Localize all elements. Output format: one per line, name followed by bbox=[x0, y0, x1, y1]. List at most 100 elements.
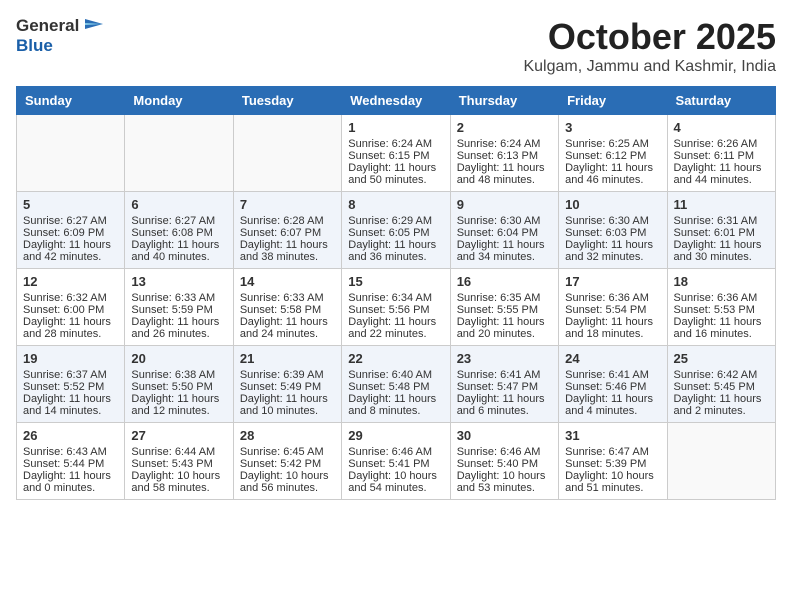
calendar-cell bbox=[17, 115, 125, 192]
sunrise-line: Sunrise: 6:33 AM bbox=[131, 292, 226, 304]
daylight-line: Daylight: 11 hours and 48 minutes. bbox=[457, 162, 552, 186]
sunrise-line: Sunrise: 6:25 AM bbox=[565, 138, 660, 150]
daylight-line: Daylight: 11 hours and 16 minutes. bbox=[674, 316, 769, 340]
sunrise-line: Sunrise: 6:44 AM bbox=[131, 446, 226, 458]
calendar-header-row: SundayMondayTuesdayWednesdayThursdayFrid… bbox=[17, 87, 776, 115]
page-header: General Blue October 2025 Kulgam, Jammu … bbox=[16, 16, 776, 76]
daylight-line: Daylight: 11 hours and 26 minutes. bbox=[131, 316, 226, 340]
daylight-line: Daylight: 11 hours and 12 minutes. bbox=[131, 393, 226, 417]
sunrise-line: Sunrise: 6:42 AM bbox=[674, 369, 769, 381]
sunrise-line: Sunrise: 6:41 AM bbox=[565, 369, 660, 381]
calendar-week-row: 5Sunrise: 6:27 AMSunset: 6:09 PMDaylight… bbox=[17, 192, 776, 269]
sunrise-line: Sunrise: 6:27 AM bbox=[131, 215, 226, 227]
calendar-cell: 3Sunrise: 6:25 AMSunset: 6:12 PMDaylight… bbox=[559, 115, 667, 192]
daylight-line: Daylight: 10 hours and 56 minutes. bbox=[240, 470, 335, 494]
day-header-monday: Monday bbox=[125, 87, 233, 115]
sunset-line: Sunset: 5:39 PM bbox=[565, 458, 660, 470]
daylight-line: Daylight: 11 hours and 36 minutes. bbox=[348, 239, 443, 263]
daylight-line: Daylight: 11 hours and 14 minutes. bbox=[23, 393, 118, 417]
calendar-cell: 17Sunrise: 6:36 AMSunset: 5:54 PMDayligh… bbox=[559, 269, 667, 346]
sunrise-line: Sunrise: 6:35 AM bbox=[457, 292, 552, 304]
calendar-cell: 28Sunrise: 6:45 AMSunset: 5:42 PMDayligh… bbox=[233, 423, 341, 500]
sunset-line: Sunset: 5:50 PM bbox=[131, 381, 226, 393]
day-number: 25 bbox=[674, 351, 769, 366]
daylight-line: Daylight: 11 hours and 44 minutes. bbox=[674, 162, 769, 186]
sunset-line: Sunset: 5:46 PM bbox=[565, 381, 660, 393]
sunset-line: Sunset: 6:11 PM bbox=[674, 150, 769, 162]
sunset-line: Sunset: 5:43 PM bbox=[131, 458, 226, 470]
day-header-thursday: Thursday bbox=[450, 87, 558, 115]
sunset-line: Sunset: 5:40 PM bbox=[457, 458, 552, 470]
sunset-line: Sunset: 6:13 PM bbox=[457, 150, 552, 162]
day-number: 29 bbox=[348, 428, 443, 443]
calendar-cell: 25Sunrise: 6:42 AMSunset: 5:45 PMDayligh… bbox=[667, 346, 775, 423]
title-block: October 2025 Kulgam, Jammu and Kashmir, … bbox=[523, 16, 776, 76]
sunrise-line: Sunrise: 6:29 AM bbox=[348, 215, 443, 227]
day-number: 7 bbox=[240, 197, 335, 212]
sunset-line: Sunset: 6:00 PM bbox=[23, 304, 118, 316]
sunset-line: Sunset: 5:48 PM bbox=[348, 381, 443, 393]
daylight-line: Daylight: 11 hours and 4 minutes. bbox=[565, 393, 660, 417]
day-number: 4 bbox=[674, 120, 769, 135]
daylight-line: Daylight: 10 hours and 54 minutes. bbox=[348, 470, 443, 494]
sunrise-line: Sunrise: 6:28 AM bbox=[240, 215, 335, 227]
daylight-line: Daylight: 11 hours and 6 minutes. bbox=[457, 393, 552, 417]
calendar-cell: 30Sunrise: 6:46 AMSunset: 5:40 PMDayligh… bbox=[450, 423, 558, 500]
calendar-cell: 27Sunrise: 6:44 AMSunset: 5:43 PMDayligh… bbox=[125, 423, 233, 500]
day-number: 2 bbox=[457, 120, 552, 135]
day-number: 5 bbox=[23, 197, 118, 212]
calendar-week-row: 12Sunrise: 6:32 AMSunset: 6:00 PMDayligh… bbox=[17, 269, 776, 346]
calendar-cell: 15Sunrise: 6:34 AMSunset: 5:56 PMDayligh… bbox=[342, 269, 450, 346]
day-number: 20 bbox=[131, 351, 226, 366]
location-title: Kulgam, Jammu and Kashmir, India bbox=[523, 58, 776, 76]
daylight-line: Daylight: 11 hours and 34 minutes. bbox=[457, 239, 552, 263]
sunrise-line: Sunrise: 6:40 AM bbox=[348, 369, 443, 381]
sunset-line: Sunset: 5:58 PM bbox=[240, 304, 335, 316]
month-title: October 2025 bbox=[523, 16, 776, 58]
calendar-cell: 10Sunrise: 6:30 AMSunset: 6:03 PMDayligh… bbox=[559, 192, 667, 269]
day-number: 22 bbox=[348, 351, 443, 366]
daylight-line: Daylight: 11 hours and 22 minutes. bbox=[348, 316, 443, 340]
sunrise-line: Sunrise: 6:26 AM bbox=[674, 138, 769, 150]
sunrise-line: Sunrise: 6:39 AM bbox=[240, 369, 335, 381]
day-number: 27 bbox=[131, 428, 226, 443]
daylight-line: Daylight: 11 hours and 38 minutes. bbox=[240, 239, 335, 263]
sunset-line: Sunset: 6:15 PM bbox=[348, 150, 443, 162]
calendar-cell: 31Sunrise: 6:47 AMSunset: 5:39 PMDayligh… bbox=[559, 423, 667, 500]
sunset-line: Sunset: 6:04 PM bbox=[457, 227, 552, 239]
daylight-line: Daylight: 11 hours and 24 minutes. bbox=[240, 316, 335, 340]
sunrise-line: Sunrise: 6:37 AM bbox=[23, 369, 118, 381]
day-number: 18 bbox=[674, 274, 769, 289]
sunset-line: Sunset: 5:41 PM bbox=[348, 458, 443, 470]
daylight-line: Daylight: 11 hours and 46 minutes. bbox=[565, 162, 660, 186]
day-number: 28 bbox=[240, 428, 335, 443]
daylight-line: Daylight: 10 hours and 53 minutes. bbox=[457, 470, 552, 494]
daylight-line: Daylight: 11 hours and 2 minutes. bbox=[674, 393, 769, 417]
calendar-cell: 9Sunrise: 6:30 AMSunset: 6:04 PMDaylight… bbox=[450, 192, 558, 269]
sunset-line: Sunset: 6:12 PM bbox=[565, 150, 660, 162]
calendar-cell: 29Sunrise: 6:46 AMSunset: 5:41 PMDayligh… bbox=[342, 423, 450, 500]
day-number: 16 bbox=[457, 274, 552, 289]
sunrise-line: Sunrise: 6:33 AM bbox=[240, 292, 335, 304]
calendar-cell: 12Sunrise: 6:32 AMSunset: 6:00 PMDayligh… bbox=[17, 269, 125, 346]
sunrise-line: Sunrise: 6:24 AM bbox=[457, 138, 552, 150]
calendar-cell: 1Sunrise: 6:24 AMSunset: 6:15 PMDaylight… bbox=[342, 115, 450, 192]
daylight-line: Daylight: 10 hours and 51 minutes. bbox=[565, 470, 660, 494]
calendar-cell: 6Sunrise: 6:27 AMSunset: 6:08 PMDaylight… bbox=[125, 192, 233, 269]
calendar-cell: 23Sunrise: 6:41 AMSunset: 5:47 PMDayligh… bbox=[450, 346, 558, 423]
sunrise-line: Sunrise: 6:43 AM bbox=[23, 446, 118, 458]
sunrise-line: Sunrise: 6:46 AM bbox=[457, 446, 552, 458]
sunset-line: Sunset: 5:52 PM bbox=[23, 381, 118, 393]
sunrise-line: Sunrise: 6:36 AM bbox=[565, 292, 660, 304]
daylight-line: Daylight: 11 hours and 0 minutes. bbox=[23, 470, 118, 494]
day-number: 6 bbox=[131, 197, 226, 212]
sunset-line: Sunset: 6:01 PM bbox=[674, 227, 769, 239]
day-header-wednesday: Wednesday bbox=[342, 87, 450, 115]
sunset-line: Sunset: 5:42 PM bbox=[240, 458, 335, 470]
day-header-friday: Friday bbox=[559, 87, 667, 115]
calendar-cell: 19Sunrise: 6:37 AMSunset: 5:52 PMDayligh… bbox=[17, 346, 125, 423]
sunrise-line: Sunrise: 6:31 AM bbox=[674, 215, 769, 227]
logo: General Blue bbox=[16, 16, 103, 56]
day-number: 1 bbox=[348, 120, 443, 135]
calendar-cell: 5Sunrise: 6:27 AMSunset: 6:09 PMDaylight… bbox=[17, 192, 125, 269]
